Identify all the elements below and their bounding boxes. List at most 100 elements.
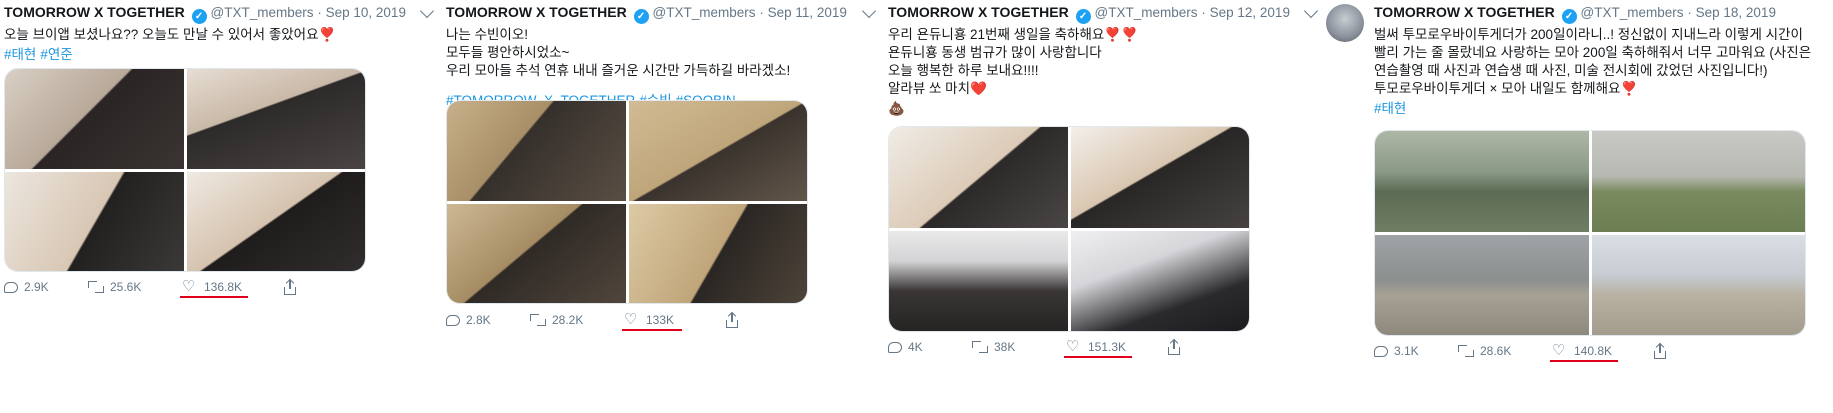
author-handle[interactable]: @TXT_members [1095,5,1198,20]
tweet-date[interactable]: Sep 18, 2019 [1696,5,1776,20]
retweet-icon [972,340,988,354]
hashtag-list: #태현 #연준 [4,46,440,64]
tweet-card[interactable]: TOMORROW X TOGETHER ✓ @TXT_members · Sep… [446,0,882,413]
photo[interactable] [1375,234,1589,335]
share-button[interactable] [726,313,756,328]
photo[interactable] [447,101,626,201]
avatar[interactable] [1326,4,1364,42]
author-name[interactable]: TOMORROW X TOGETHER [446,4,627,20]
reply-icon [888,341,902,353]
chevron-down-icon[interactable] [419,3,435,19]
photo-grid [4,68,366,272]
tweet-card[interactable]: TOMORROW X TOGETHER ✓ @TXT_members · Sep… [1326,0,1826,413]
like-button[interactable]: ♡ 140.8K [1550,342,1654,362]
tweet-date[interactable]: Sep 12, 2019 [1210,5,1290,20]
retweet-button[interactable]: 25.6K [88,280,182,294]
like-button[interactable]: ♡ 133K [622,311,726,331]
poop-emoji: 💩 [888,101,905,116]
tweet-header: TOMORROW X TOGETHER ✓ @TXT_members · Sep… [888,0,1324,24]
like-count: 151.3K [1088,340,1127,354]
photo[interactable] [889,127,1068,228]
heart-icon: ♡ [1066,338,1080,355]
retweet-button[interactable]: 38K [972,340,1066,354]
tweet-text: 벌써 투모로우바이투게더가 200일이라니..! 정신없이 지내느라 이렇게 시… [1374,27,1812,96]
photo[interactable] [1070,230,1249,331]
share-button[interactable] [284,280,314,295]
verified-icon: ✓ [1561,9,1577,24]
reply-count: 2.9K [24,280,49,294]
tweet-content: TOMORROW X TOGETHER ✓ @TXT_members · Sep… [1374,0,1826,362]
like-button[interactable]: ♡ 136.8K [180,278,284,298]
photo[interactable] [1375,131,1589,232]
chevron-down-icon[interactable] [1303,3,1319,19]
hashtag-list: #태현 [1374,100,1826,118]
like-count: 140.8K [1574,344,1613,358]
photo[interactable] [1591,131,1805,232]
share-button[interactable] [1168,340,1198,355]
retweet-count: 38K [994,340,1016,354]
author-name[interactable]: TOMORROW X TOGETHER [888,4,1069,20]
chevron-down-icon[interactable] [861,3,877,19]
photo[interactable] [186,69,365,169]
author-handle[interactable]: @TXT_members [1581,5,1684,20]
share-icon [1654,344,1666,359]
retweet-icon [530,313,546,327]
share-icon [726,313,738,328]
tweet-card[interactable]: TOMORROW X TOGETHER ✓ @TXT_members · Sep… [4,0,440,413]
photo[interactable] [5,69,184,169]
tweet-actions: 4K 38K ♡ 151.3K [888,338,1198,358]
tweet-header: TOMORROW X TOGETHER ✓ @TXT_members · Sep… [446,0,882,24]
heart-icon: ♡ [182,278,196,295]
verified-icon: ✓ [633,9,649,24]
hashtag-link[interactable]: #연준 [40,47,72,62]
like-button[interactable]: ♡ 151.3K [1064,338,1168,358]
highlight-underline [622,329,682,331]
reply-icon [446,314,460,326]
reply-button[interactable]: 2.8K [446,313,530,327]
hashtag-link[interactable]: #태현 [4,47,36,62]
share-icon [1168,340,1180,355]
photo[interactable] [628,101,807,201]
retweet-icon [1458,344,1474,358]
tweet-date[interactable]: Sep 11, 2019 [768,5,847,20]
photo[interactable] [447,203,626,303]
tweet-actions: 3.1K 28.6K ♡ 140.8K [1374,342,1684,362]
author-name[interactable]: TOMORROW X TOGETHER [4,4,185,20]
heart-icon: ♡ [624,311,638,328]
tweet-text-content: 오늘 브이앱 보셨나요?? 오늘도 만날 수 있어서 좋았어요 [4,27,319,42]
retweet-icon [88,280,104,294]
hashtag-link[interactable]: #태현 [1374,101,1406,116]
heart-icon: ♡ [1552,342,1566,359]
photo[interactable] [1591,234,1805,335]
tweet-header: TOMORROW X TOGETHER ✓ @TXT_members · Sep… [1374,0,1826,24]
author-handle[interactable]: @TXT_members [211,5,314,20]
photo[interactable] [1070,127,1249,228]
retweet-button[interactable]: 28.2K [530,313,624,327]
retweet-count: 28.6K [1480,344,1512,358]
photo[interactable] [5,171,184,271]
share-icon [284,280,296,295]
reply-button[interactable]: 2.9K [4,280,88,294]
tweet-text: 나는 수빈이오! 모두들 평안하시었소~ 우리 모아들 추석 연휴 내내 즐거운… [446,27,791,78]
author-name[interactable]: TOMORROW X TOGETHER [1374,4,1555,20]
photo[interactable] [628,203,807,303]
separator-dot: · [317,5,326,20]
verified-icon: ✓ [1075,9,1091,24]
tweet-text: 우리 욘듀니횽 21번째 생일을 축하해요❣️❣️ 욘듀니횽 동생 범규가 많이… [888,27,1138,96]
like-count: 133K [646,313,675,327]
reply-button[interactable]: 4K [888,340,972,354]
reply-count: 3.1K [1394,344,1419,358]
reply-icon [4,281,18,293]
tweet-date[interactable]: Sep 10, 2019 [326,5,406,20]
reply-button[interactable]: 3.1K [1374,344,1458,358]
retweet-button[interactable]: 28.6K [1458,344,1552,358]
reply-count: 2.8K [466,313,491,327]
retweet-count: 25.6K [110,280,142,294]
photo[interactable] [889,230,1068,331]
share-button[interactable] [1654,344,1684,359]
photo[interactable] [186,171,365,271]
author-handle[interactable]: @TXT_members [653,5,756,20]
separator-dot: · [759,5,768,20]
tweet-card[interactable]: TOMORROW X TOGETHER ✓ @TXT_members · Sep… [888,0,1324,413]
separator-dot: · [1201,5,1210,20]
